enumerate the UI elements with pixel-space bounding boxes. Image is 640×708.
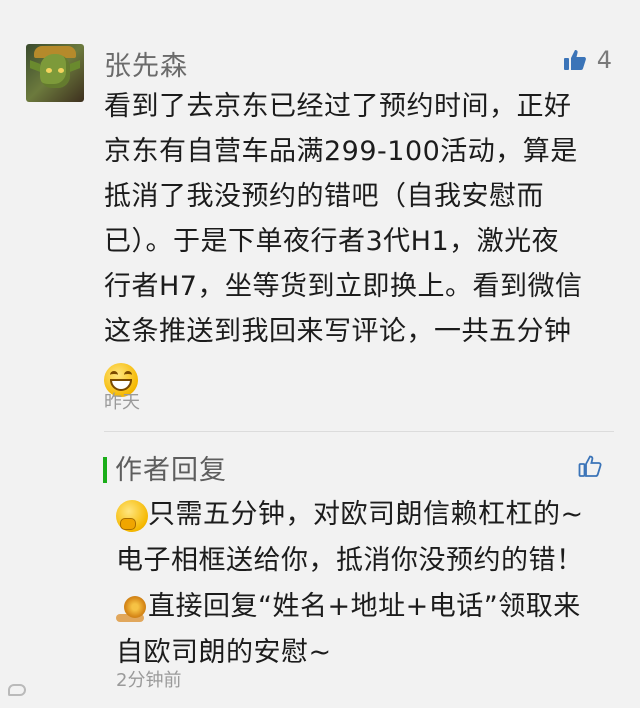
reply-line: 电子相框送给你，抵消你没预约的错！ <box>116 545 584 576</box>
reply-line: 直接回复“姓名+地址+电话”领取来 <box>148 591 581 622</box>
avatar[interactable] <box>26 44 84 102</box>
reply-line: 只需五分钟，对欧司朗信赖杠杠的~ <box>148 499 584 530</box>
comment-line: 抵消了我没预约的错吧（自我安慰而 <box>104 181 544 212</box>
reply-accent-bar <box>103 457 107 483</box>
comment-timestamp: 昨天 <box>104 392 140 413</box>
thumbs-up-outline-icon <box>578 455 602 477</box>
reply-timestamp: 2分钟前 <box>116 670 182 691</box>
comment-line: 这条推送到我回来写评论，一共五分钟 <box>104 316 572 347</box>
snail-emoji-icon <box>116 592 148 624</box>
comment-line: 已）。于是下单夜行者3代H1，激光夜 <box>104 226 560 257</box>
reply-line: 自欧司朗的安慰~ <box>116 637 332 668</box>
thinking-emoji-icon <box>116 499 148 532</box>
comment-card: 张先森 4 看到了去京东已经过了预约时间，正好 京东有自营车品满299-100活… <box>0 0 640 708</box>
reply-like-button[interactable] <box>578 454 602 482</box>
comment-like-button[interactable]: 4 <box>563 46 612 74</box>
comment-line: 看到了去京东已经过了预约时间，正好 <box>104 91 572 122</box>
comment-content: 看到了去京东已经过了预约时间，正好 京东有自营车品满299-100活动，算是 抵… <box>104 84 604 399</box>
watermark-logo <box>8 684 26 696</box>
author-reply-title: 作者回复 <box>115 455 227 486</box>
thumbs-up-icon <box>563 50 586 70</box>
divider <box>104 431 614 432</box>
like-count: 4 <box>596 46 612 74</box>
comment-line: 行者H7，坐等货到立即换上。看到微信 <box>104 271 583 302</box>
comment-username[interactable]: 张先森 <box>104 44 188 83</box>
comment-line: 京东有自营车品满299-100活动，算是 <box>104 136 578 167</box>
reply-content: 只需五分钟，对欧司朗信赖杠杠的~ 电子相框送给你，抵消你没预约的错！ 直接回复“… <box>116 492 616 676</box>
